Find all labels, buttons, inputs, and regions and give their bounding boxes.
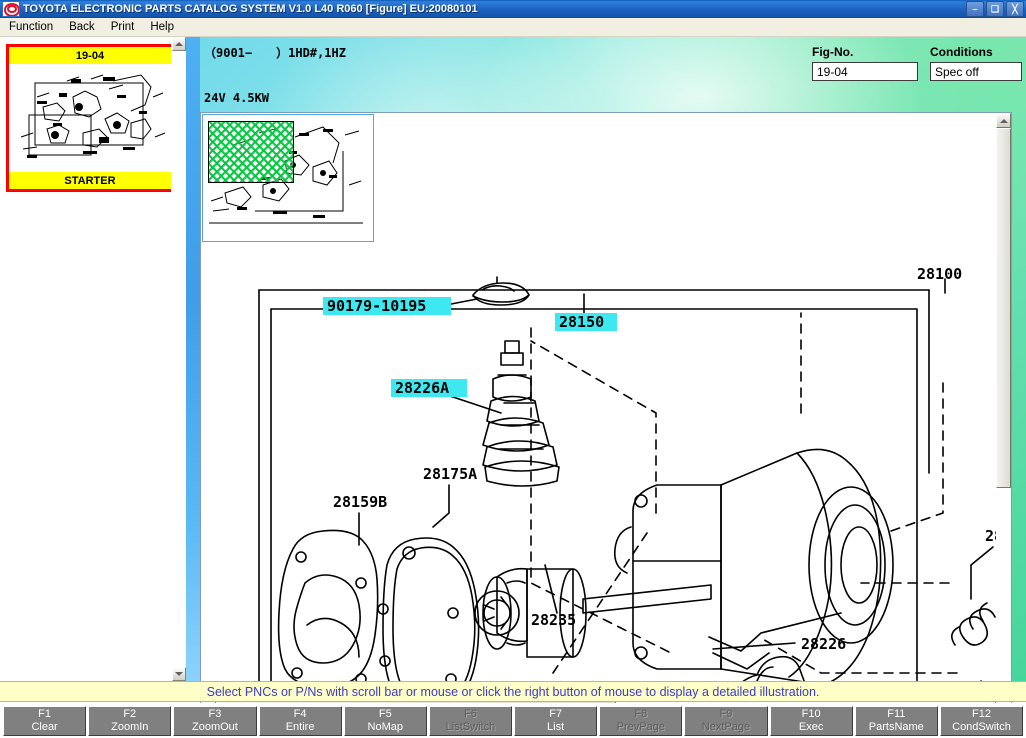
maximize-button[interactable]: ❑ <box>986 1 1004 17</box>
svg-text:28235: 28235 <box>531 611 576 629</box>
svg-text:28175A: 28175A <box>423 465 477 483</box>
fnkey-f12[interactable]: F12CondSwitch <box>940 706 1023 736</box>
fnkey-f1-key: F1 <box>38 708 51 721</box>
figure-thumbnail-card[interactable]: 19-04 <box>6 44 174 192</box>
fnkey-f3-key: F3 <box>209 708 222 721</box>
scroll-down-arrow-icon <box>175 672 183 676</box>
menu-item-help[interactable]: Help <box>143 20 181 34</box>
minimize-icon: – <box>972 5 977 14</box>
fnkey-f11-label: PartsName <box>869 721 924 734</box>
fnkey-f1[interactable]: F1Clear <box>3 706 86 736</box>
maximize-icon: ❑ <box>991 5 999 14</box>
conditions-label: Conditions <box>930 45 1022 59</box>
toyota-logo-icon <box>2 1 20 17</box>
fnkey-f1-label: Clear <box>31 721 57 734</box>
fnkey-f7-key: F7 <box>549 708 562 721</box>
fnkey-f10-label: Exec <box>799 721 823 734</box>
fnkey-f5-key: F5 <box>379 708 392 721</box>
fnkey-f8: F8PrevPage <box>599 706 682 736</box>
figure-vertical-scroll-thumb[interactable] <box>996 128 1011 488</box>
fnkey-f7[interactable]: F7List <box>514 706 597 736</box>
fnkey-f10[interactable]: F10Exec <box>770 706 853 736</box>
svg-text:28226: 28226 <box>801 635 846 653</box>
title-bar: TOYOTA ELECTRONIC PARTS CATALOG SYSTEM V… <box>0 0 1026 18</box>
thumbnail-image <box>13 67 167 169</box>
fnkey-f12-key: F12 <box>972 708 991 721</box>
part-label-group: 90179-10195 28150 28226A 28100 28175A 28… <box>323 265 996 701</box>
fnkey-f11[interactable]: F11PartsName <box>855 706 938 736</box>
svg-text:90179-10195: 90179-10195 <box>327 297 426 315</box>
fnkey-f5-label: NoMap <box>368 721 403 734</box>
window-controls: – ❑ ╳ <box>966 1 1024 17</box>
close-icon: ╳ <box>1012 5 1017 14</box>
figure-drawing-panel[interactable]: 90179-10195 28150 28226A 28100 28175A 28… <box>200 112 1012 717</box>
sidebar-scroll-down-button[interactable] <box>172 667 186 681</box>
svg-text:28: 28 <box>985 527 996 545</box>
svg-text:28150: 28150 <box>559 313 604 331</box>
fig-no-label: Fig-No. <box>812 45 918 59</box>
figure-minimap[interactable] <box>202 114 374 242</box>
scroll-up-arrow-icon <box>1000 119 1008 123</box>
fnkey-f12-label: CondSwitch <box>952 721 1011 734</box>
figure-vertical-scrollbar[interactable] <box>996 113 1011 701</box>
menu-item-back[interactable]: Back <box>62 20 102 34</box>
fnkey-f5[interactable]: F5NoMap <box>344 706 427 736</box>
fnkey-f9: F9NextPage <box>684 706 767 736</box>
fig-no-input[interactable]: 19-04 <box>812 62 918 81</box>
spec-text: 24V 4.5KW <box>204 91 269 105</box>
fnkey-f2-label: ZoomIn <box>111 721 148 734</box>
fnkey-f11-key: F11 <box>887 708 905 721</box>
fnkey-f6-key: F6 <box>464 708 477 721</box>
fnkey-f6: F6ListSwitch <box>429 706 512 736</box>
sidebar-divider-strip <box>186 37 200 681</box>
menu-bar: Function Back Print Help <box>0 18 1026 37</box>
fnkey-f10-key: F10 <box>802 708 821 721</box>
workspace: 19-04 <box>0 37 1026 681</box>
conditions-field-group: Conditions Spec off <box>930 45 1022 81</box>
svg-text:28100: 28100 <box>917 265 962 283</box>
fnkey-f4[interactable]: F4Entire <box>259 706 342 736</box>
thumbnail-caption: STARTER <box>9 172 171 189</box>
svg-text:28159B: 28159B <box>333 493 387 511</box>
fnkey-f2-key: F2 <box>123 708 136 721</box>
menu-item-function[interactable]: Function <box>2 20 60 34</box>
minimize-button[interactable]: – <box>966 1 984 17</box>
fnkey-f8-key: F8 <box>634 708 647 721</box>
scroll-up-arrow-icon <box>175 42 183 46</box>
svg-text:28226A: 28226A <box>395 379 449 397</box>
thumbnail-fig-no: 19-04 <box>9 47 171 64</box>
window-title: TOYOTA ELECTRONIC PARTS CATALOG SYSTEM V… <box>23 3 478 15</box>
fnkey-f3-label: ZoomOut <box>192 721 238 734</box>
conditions-input[interactable]: Spec off <box>930 62 1022 81</box>
figure-scroll-up-button[interactable] <box>996 113 1011 128</box>
application-window: TOYOTA ELECTRONIC PARTS CATALOG SYSTEM V… <box>0 0 1026 738</box>
fnkey-f4-key: F4 <box>294 708 307 721</box>
menu-item-print[interactable]: Print <box>104 20 142 34</box>
fnkey-f9-label: NextPage <box>702 721 750 734</box>
minimap-selection-rect[interactable] <box>208 121 294 183</box>
fig-no-field-group: Fig-No. 19-04 <box>812 45 918 81</box>
figure-list-sidebar: 19-04 <box>0 37 186 681</box>
model-code-text: （9001− ）1HD#,1HZ <box>204 44 346 61</box>
sidebar-scroll-up-button[interactable] <box>172 37 186 51</box>
sidebar-scrollbar[interactable] <box>171 37 186 681</box>
fnkey-f3[interactable]: F3ZoomOut <box>173 706 256 736</box>
fnkey-f7-label: List <box>547 721 564 734</box>
figure-header: （9001− ）1HD#,1HZ 24V 4.5KW Fig-No. 19-04… <box>200 37 1026 101</box>
close-button[interactable]: ╳ <box>1006 1 1024 17</box>
fnkey-f8-label: PrevPage <box>617 721 665 734</box>
fnkey-f9-key: F9 <box>720 708 733 721</box>
status-bar: Select PNCs or P/Ns with scroll bar or m… <box>0 681 1026 702</box>
fnkey-f2[interactable]: F2ZoomIn <box>88 706 171 736</box>
status-message: Select PNCs or P/Ns with scroll bar or m… <box>207 685 820 699</box>
fnkey-f6-label: ListSwitch <box>446 721 496 734</box>
function-key-bar: F1Clear F2ZoomIn F3ZoomOut F4Entire F5No… <box>0 703 1026 738</box>
fnkey-f4-label: Entire <box>286 721 315 734</box>
